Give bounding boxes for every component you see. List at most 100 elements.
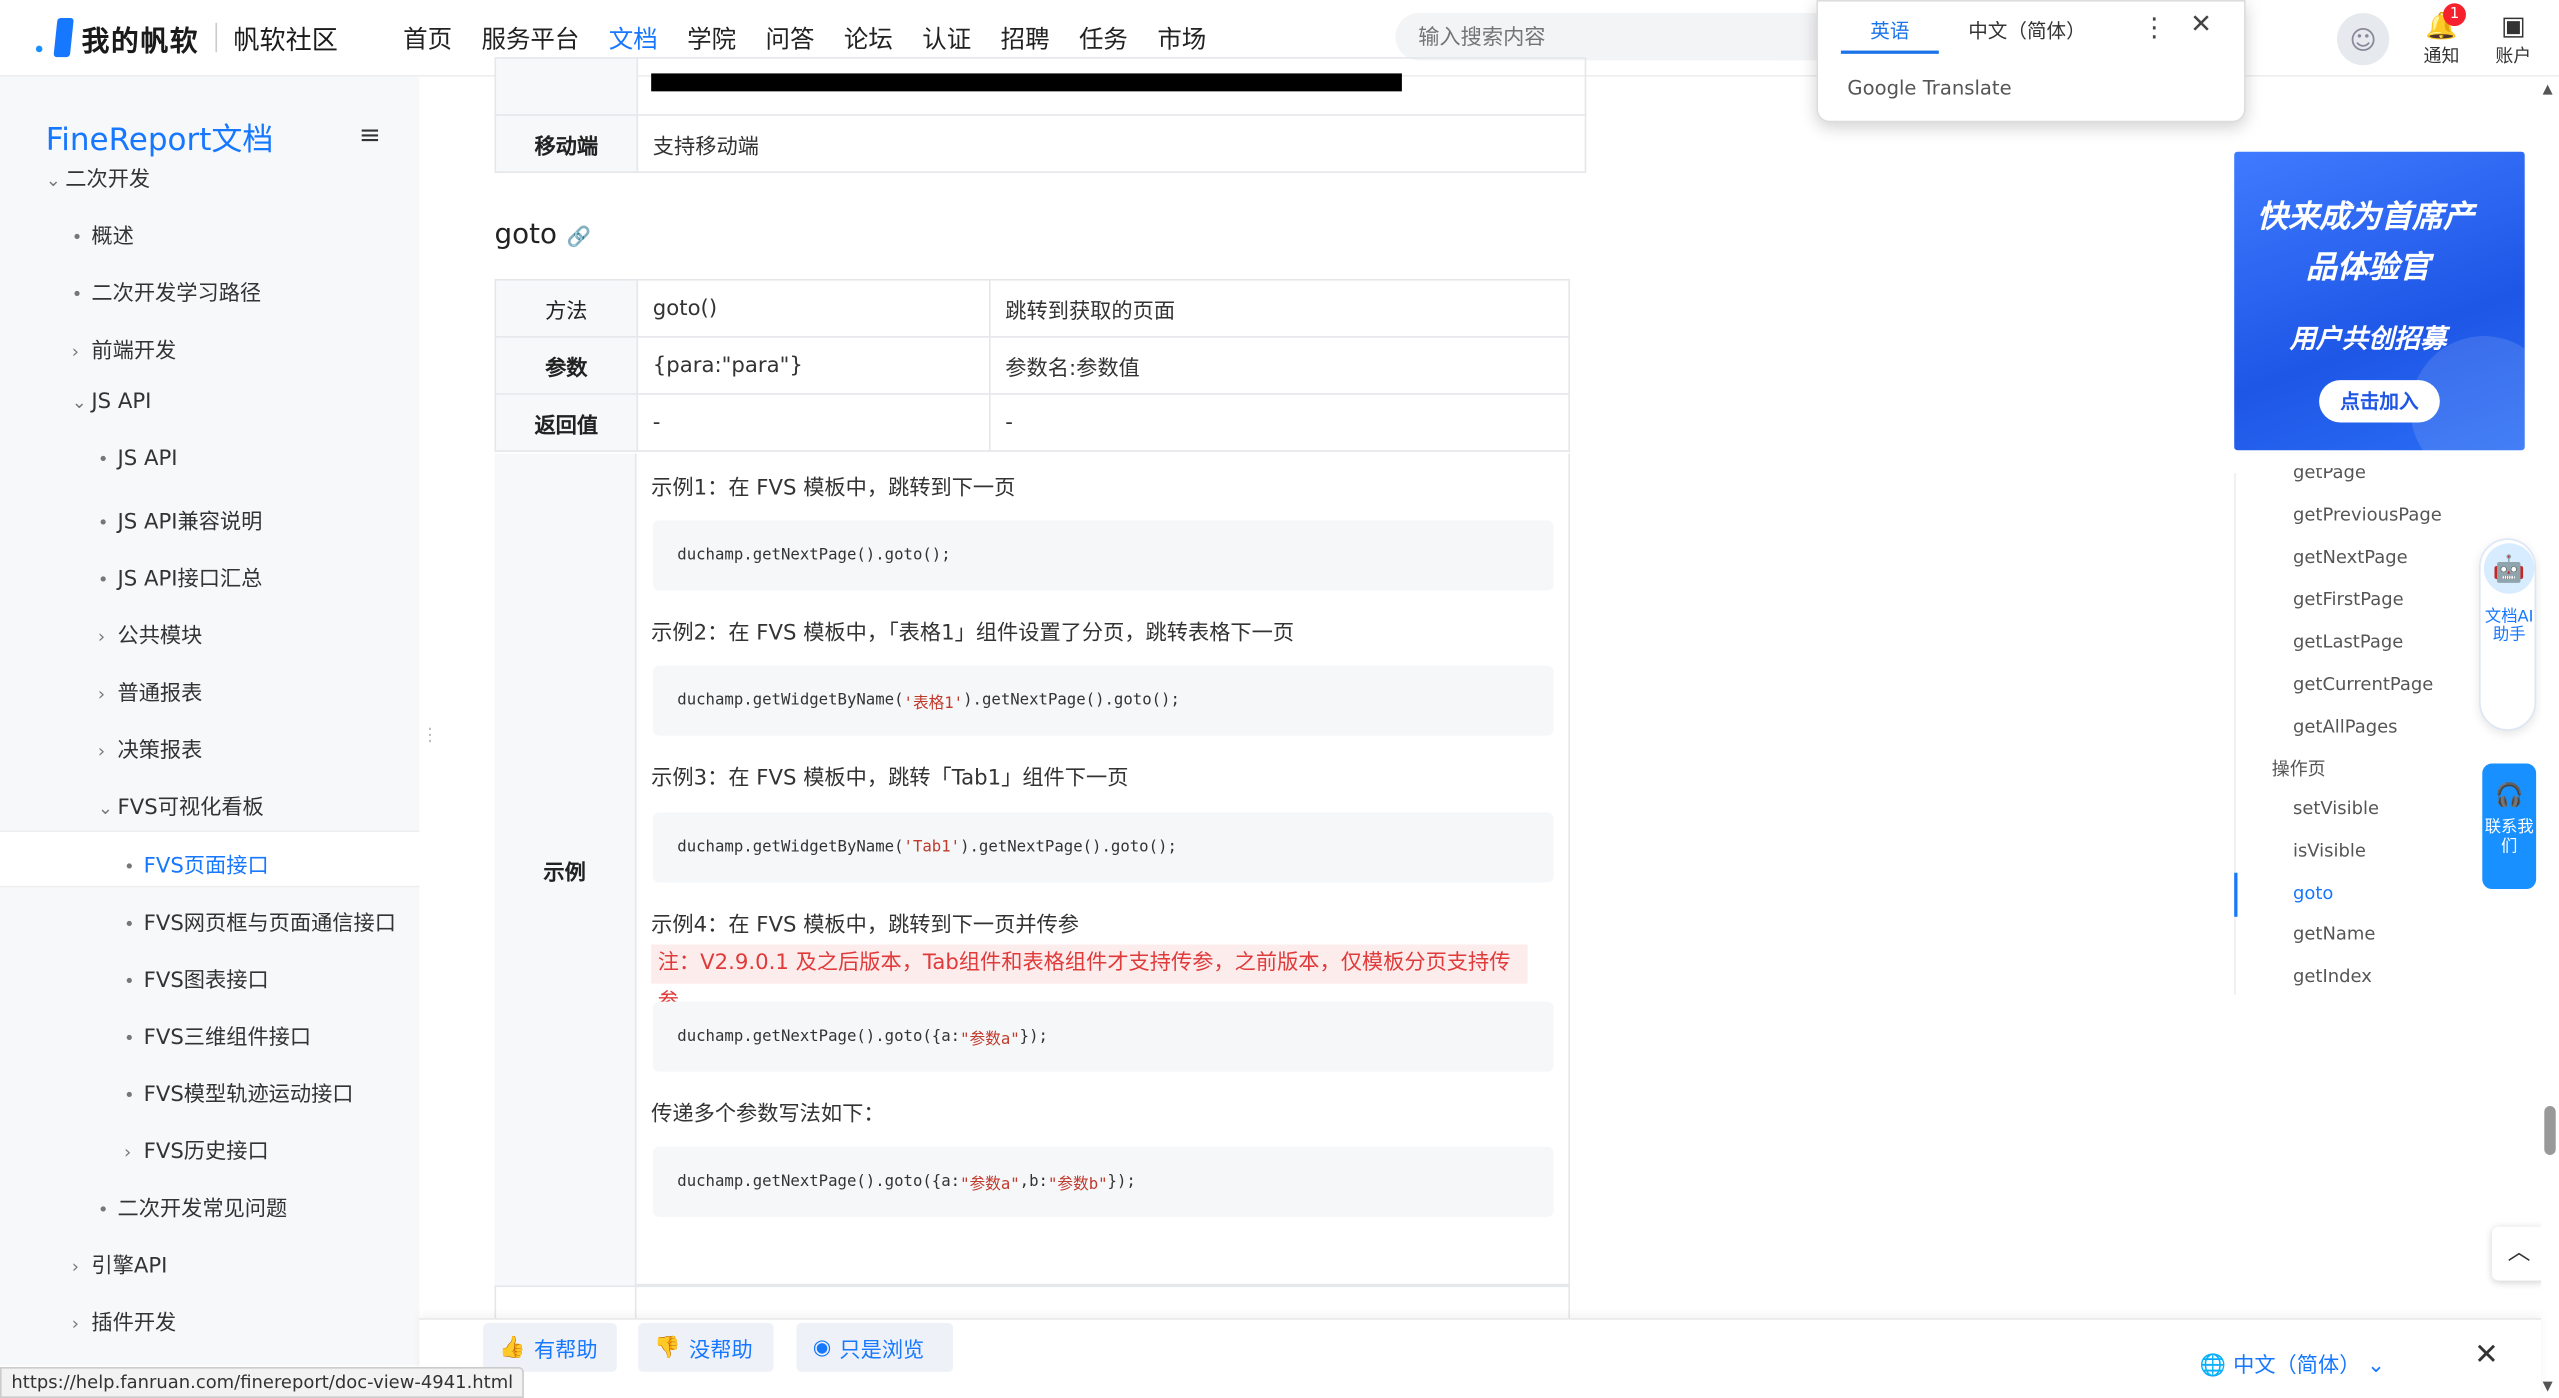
translate-popup: 英语 中文（简体） ⋮ ✕ Google Translate	[1816, 0, 2246, 123]
sidebar-item[interactable]: › 插件开发	[72, 1305, 176, 1336]
sidebar-item[interactable]: › 普通报表	[98, 675, 202, 706]
chevron-up-icon: ︿	[2507, 1239, 2531, 1266]
example-2-code[interactable]: duchamp.getWidgetByName('表格1').getNextPa…	[652, 665, 1554, 736]
ai-assistant-label: 文档AI助手	[2484, 608, 2534, 645]
promo-banner[interactable]: 快来成为首席产 品体验官 用户共创招募 点击加入	[2234, 151, 2525, 451]
toc-item[interactable]: getAllPages	[2293, 716, 2398, 737]
not-helpful-button[interactable]: 👎 没帮助	[638, 1322, 774, 1372]
menu-toggle-icon[interactable]: ≡	[359, 119, 381, 150]
toc-item[interactable]: setVisible	[2293, 798, 2379, 819]
chevron-right-icon: ›	[97, 683, 106, 705]
example-3-code[interactable]: duchamp.getWidgetByName('Tab1').getNextP…	[652, 812, 1554, 883]
sidebar-item[interactable]: • FVS网页框与页面通信接口	[124, 905, 396, 936]
sidebar-item[interactable]: • FVS模型轨迹运动接口	[124, 1077, 353, 1107]
site-logo[interactable]: 我的帆软 帆软社区	[35, 16, 338, 58]
nav-link[interactable]: 论坛	[844, 21, 893, 55]
logo-divider	[215, 22, 218, 53]
contact-us-button[interactable]: 🎧 联系我们	[2482, 763, 2537, 890]
nav-link[interactable]: 市场	[1157, 21, 1206, 55]
sidebar-item[interactable]: • 概述	[72, 219, 134, 249]
id-card-icon: ▣	[2500, 9, 2526, 41]
sidebar-item[interactable]: • FVS页面接口	[124, 848, 269, 879]
translate-tab[interactable]: 中文（简体）	[1939, 11, 2115, 53]
sidebar-item[interactable]: • 二次开发学习路径	[72, 276, 261, 306]
scroll-up-icon[interactable]: ▲	[2543, 82, 2553, 97]
nav-link[interactable]: 首页	[403, 21, 452, 55]
sidebar-title[interactable]: FineReport文档	[46, 116, 274, 160]
nav-link[interactable]: 任务	[1079, 21, 1128, 55]
ai-assistant-button[interactable]: 🤖 文档AI助手	[2479, 538, 2537, 731]
example-1-text: 示例1：在 FVS 模板中，跳转到下一页	[651, 476, 1016, 501]
helpful-button[interactable]: 👍 有帮助	[483, 1322, 617, 1372]
toc-item[interactable]: getCurrentPage	[2293, 674, 2433, 695]
close-feedback-icon[interactable]: ✕	[2474, 1338, 2499, 1372]
translate-tab[interactable]: 英语	[1840, 11, 1939, 54]
sidebar-item[interactable]: • JS API	[98, 447, 178, 471]
bullet-icon: •	[97, 448, 109, 470]
nav-link[interactable]: 招聘	[1001, 21, 1050, 55]
toc-item[interactable]: getNextPage	[2293, 546, 2408, 567]
search-input[interactable]	[1395, 13, 1836, 61]
sidebar-item-label: JS API	[91, 389, 152, 415]
param-value: {para:"para"}	[636, 336, 991, 395]
sidebar-item[interactable]: ⌄ 二次开发	[46, 161, 150, 192]
sidebar-item-label: 引擎API	[91, 1254, 168, 1279]
chevron-right-icon: ›	[71, 1313, 79, 1335]
language-selector[interactable]: 🌐 中文（简体） ⌄	[2200, 1347, 2385, 1378]
sidebar-item[interactable]: • FVS图表接口	[124, 962, 269, 993]
toc-item[interactable]: getLastPage	[2293, 631, 2403, 652]
status-bar-url: https://help.fanruan.com/finereport/doc-…	[0, 1367, 525, 1398]
bullet-icon: •	[124, 970, 135, 992]
toc-item[interactable]: getPage	[2293, 468, 2366, 483]
sidebar-item[interactable]: › FVS历史接口	[124, 1134, 269, 1164]
promo-line-3: 用户共创招募	[2289, 322, 2447, 354]
sidebar-item[interactable]: › 引擎API	[72, 1248, 168, 1279]
close-icon[interactable]: ✕	[2190, 8, 2212, 39]
scrollbar-thumb[interactable]	[2544, 1106, 2556, 1155]
nav-link[interactable]: 认证	[922, 21, 971, 55]
sidebar-item-label: FVS图表接口	[143, 968, 269, 994]
brand-name: 我的帆软	[81, 25, 200, 58]
toc-item[interactable]: getIndex	[2293, 966, 2372, 987]
sidebar-item-label: 插件开发	[91, 1311, 177, 1337]
example-1-code[interactable]: duchamp.getNextPage().goto();	[652, 520, 1554, 591]
sidebar-item[interactable]: • 二次开发常见问题	[98, 1191, 287, 1221]
more-options-icon[interactable]: ⋮	[2141, 11, 2167, 42]
sidebar-item[interactable]: ⌄ FVS可视化看板	[98, 790, 264, 820]
nav-link[interactable]: 服务平台	[481, 21, 579, 55]
bullet-icon: •	[97, 569, 109, 591]
user-avatar[interactable]: ☺	[2337, 13, 2390, 66]
toc-item[interactable]: goto	[2293, 883, 2333, 904]
anchor-link-icon[interactable]: 🔗	[567, 225, 591, 248]
nav-link[interactable]: 学院	[687, 21, 736, 55]
toc-item[interactable]: getName	[2293, 923, 2375, 944]
sidebar-item-label: FVS页面接口	[143, 854, 269, 880]
promo-join-button[interactable]: 点击加入	[2319, 380, 2440, 423]
back-to-top-button[interactable]: ︿	[2492, 1226, 2546, 1281]
sidebar-item[interactable]: › 前端开发	[72, 333, 176, 363]
translate-brand: Google Translate	[1847, 76, 2012, 100]
next-table-row	[494, 1285, 1570, 1319]
sidebar-item[interactable]: › 决策报表	[98, 732, 202, 763]
account-button[interactable]: ▣ 账户	[2484, 10, 2543, 69]
nav-link[interactable]: 问答	[766, 21, 815, 55]
toc-item[interactable]: isVisible	[2293, 840, 2366, 861]
chevron-right-icon: ›	[97, 740, 106, 762]
nav-link[interactable]: 文档	[609, 21, 658, 55]
sidebar-item[interactable]: ⌄ JS API	[72, 390, 152, 414]
multi-param-code[interactable]: duchamp.getNextPage().goto({a: "参数a" ,b: "参…	[652, 1146, 1554, 1217]
sidebar-item[interactable]: › 公共模块	[98, 618, 202, 649]
toc-item[interactable]: getFirstPage	[2293, 589, 2404, 610]
translate-tabs: 英语 中文（简体）	[1840, 11, 2122, 54]
sidebar-item[interactable]: • JS API接口汇总	[98, 561, 263, 592]
multi-param-text: 传递多个参数写法如下：	[651, 1102, 885, 1128]
example-4-code[interactable]: duchamp.getNextPage().goto({a: "参数a"});	[652, 1001, 1554, 1072]
toc-item[interactable]: 操作页	[2272, 755, 2326, 781]
scroll-down-icon[interactable]: ▼	[2543, 1378, 2553, 1393]
sidebar-item[interactable]: • JS API兼容说明	[98, 504, 263, 535]
just-browsing-button[interactable]: ◉ 只是浏览	[796, 1322, 954, 1372]
scrollbar-track[interactable]	[2541, 76, 2559, 1398]
toc-item[interactable]: getPreviousPage	[2293, 504, 2442, 525]
sidebar-resize-handle[interactable]: ⋮	[421, 724, 439, 745]
sidebar-item[interactable]: • FVS三维组件接口	[124, 1020, 311, 1050]
